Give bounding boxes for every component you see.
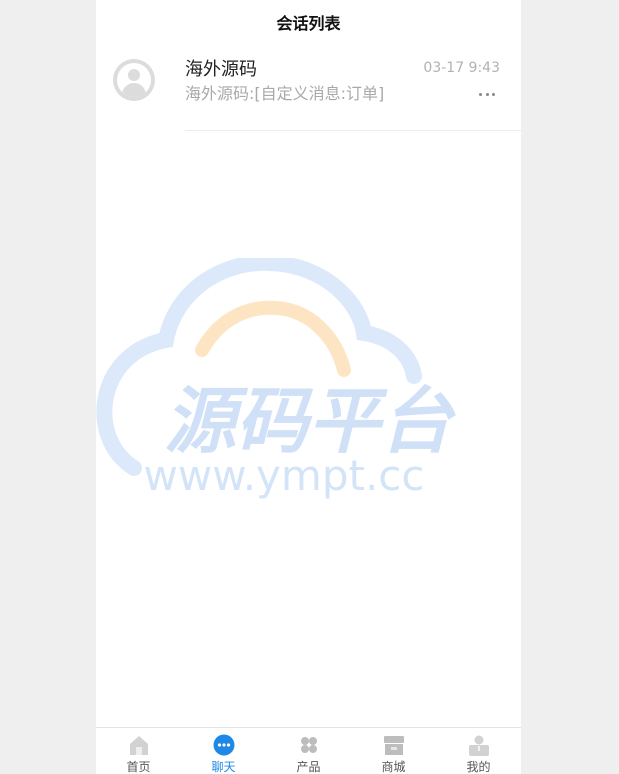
- bottom-tab-bar: 首页 聊天 产品 商城 我的: [96, 727, 521, 774]
- page-title: 会话列表: [276, 14, 341, 33]
- tab-chat[interactable]: 聊天: [181, 728, 266, 774]
- more-dots-icon[interactable]: [479, 91, 495, 97]
- store-icon: [382, 734, 406, 756]
- conversation-name: 海外源码: [185, 59, 257, 80]
- tab-products-label: 产品: [296, 760, 321, 774]
- watermark-url: www.ympt.cc: [144, 451, 425, 500]
- home-icon: [127, 734, 151, 756]
- grid-icon: [297, 734, 321, 756]
- user-icon: [467, 734, 491, 756]
- tab-chat-label: 聊天: [211, 760, 236, 774]
- chat-bubble-icon: [212, 734, 236, 756]
- conversation-preview: 海外源码:[自定义消息:订单]: [185, 84, 385, 103]
- default-user-avatar-icon: [113, 59, 155, 101]
- watermark: 源码平台 www.ympt.cc: [96, 254, 521, 508]
- tab-home[interactable]: 首页: [96, 728, 181, 774]
- page-header: 会话列表: [96, 0, 521, 44]
- app-screen: 会话列表 海外源码 海外源码:[自定义消息:订单] 03-17 9:43 源码平…: [96, 0, 521, 774]
- conversation-item[interactable]: 海外源码 海外源码:[自定义消息:订单] 03-17 9:43: [96, 44, 521, 130]
- tab-profile-label: 我的: [466, 760, 491, 774]
- tab-home-label: 首页: [126, 760, 151, 774]
- conversation-time: 03-17 9:43: [423, 60, 500, 76]
- tab-store-label: 商城: [381, 760, 406, 774]
- tab-store[interactable]: 商城: [351, 728, 436, 774]
- tab-profile[interactable]: 我的: [436, 728, 521, 774]
- conversation-divider: [185, 130, 521, 131]
- tab-products[interactable]: 产品: [266, 728, 351, 774]
- watermark-logo: 源码平台 www.ympt.cc: [96, 254, 456, 500]
